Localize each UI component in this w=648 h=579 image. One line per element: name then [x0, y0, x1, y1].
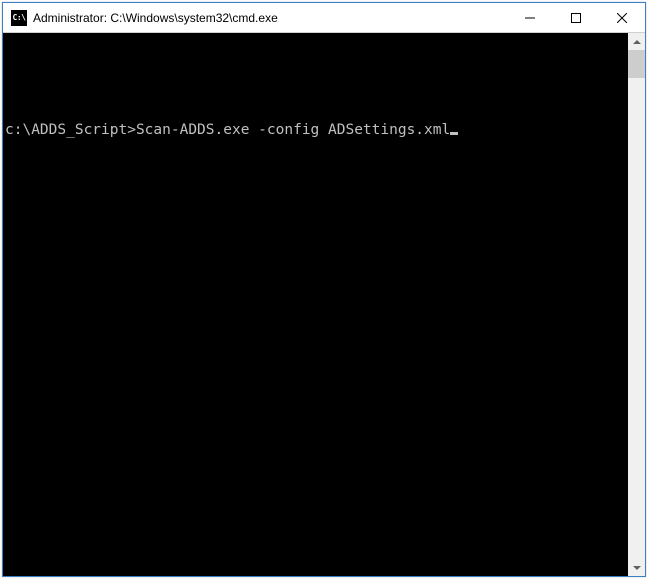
- close-button[interactable]: [599, 3, 645, 32]
- scroll-down-button[interactable]: [628, 559, 645, 576]
- scroll-up-button[interactable]: [628, 33, 645, 50]
- command-text: Scan-ADDS.exe -config ADSettings.xml: [136, 122, 450, 138]
- prompt-text: c:\ADDS_Script>: [5, 122, 136, 138]
- window-title: Administrator: C:\Windows\system32\cmd.e…: [33, 11, 507, 25]
- blank-line: [3, 67, 628, 86]
- prompt-line: c:\ADDS_Script>Scan-ADDS.exe -config ADS…: [3, 120, 628, 139]
- console-area[interactable]: c:\ADDS_Script>Scan-ADDS.exe -config ADS…: [3, 33, 628, 576]
- chevron-up-icon: [633, 40, 641, 44]
- vertical-scrollbar[interactable]: [628, 33, 645, 576]
- titlebar[interactable]: C:\ Administrator: C:\Windows\system32\c…: [3, 3, 645, 33]
- cmd-icon: C:\: [11, 10, 27, 26]
- minimize-button[interactable]: [507, 3, 553, 32]
- maximize-button[interactable]: [553, 3, 599, 32]
- cmd-window: C:\ Administrator: C:\Windows\system32\c…: [2, 2, 646, 577]
- console-wrap: c:\ADDS_Script>Scan-ADDS.exe -config ADS…: [3, 33, 645, 576]
- chevron-down-icon: [633, 566, 641, 570]
- window-controls: [507, 3, 645, 32]
- scroll-track[interactable]: [628, 50, 645, 559]
- scroll-thumb[interactable]: [628, 50, 645, 78]
- cursor-icon: [450, 132, 458, 135]
